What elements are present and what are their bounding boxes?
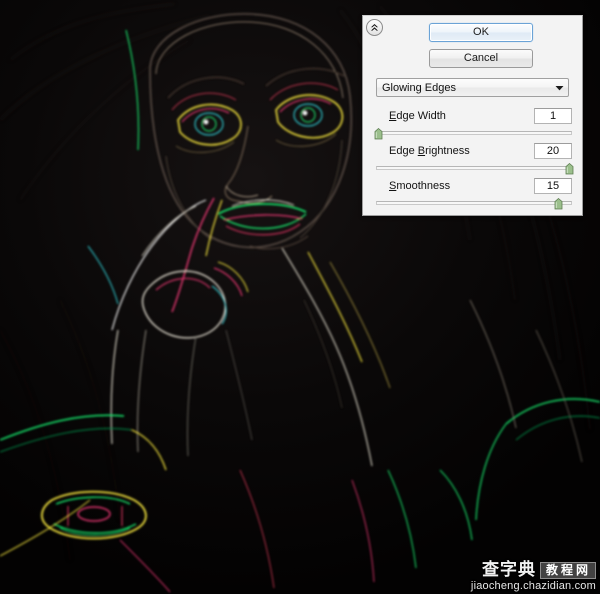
- edge-width-slider-track[interactable]: [376, 131, 572, 135]
- smoothness-row: Smoothness 15: [376, 177, 572, 195]
- edge-brightness-value[interactable]: 20: [534, 143, 572, 159]
- watermark-brand-row: 查字典 教程网: [471, 562, 596, 579]
- edge-brightness-slider-thumb[interactable]: [565, 163, 574, 175]
- edge-brightness-accel: B: [417, 145, 426, 157]
- edge-brightness-slider[interactable]: [376, 163, 574, 175]
- watermark-url: jiaocheng.chazidian.com: [470, 580, 596, 592]
- double-chevron-up-icon[interactable]: [366, 19, 383, 36]
- control-smoothness: Smoothness 15: [376, 177, 572, 210]
- filter-select-value: Glowing Edges: [382, 81, 456, 94]
- edge-width-slider-thumb[interactable]: [374, 128, 383, 140]
- edge-width-slider[interactable]: [374, 128, 572, 140]
- smoothness-label: Smoothness: [376, 180, 450, 192]
- control-edge-brightness: Edge Brightness 20: [376, 142, 574, 175]
- smoothness-slider[interactable]: [376, 198, 572, 210]
- edge-width-value[interactable]: 1: [534, 108, 572, 124]
- ok-button[interactable]: OK: [429, 23, 533, 42]
- control-edge-width: Edge Width 1: [374, 107, 572, 140]
- watermark: 查字典 教程网 jiaocheng.chazidian.com: [471, 562, 596, 592]
- watermark-tag-cn: 教程网: [539, 562, 596, 579]
- edge-brightness-label: Edge Brightness: [376, 145, 470, 157]
- watermark-brand-cn: 查字典: [481, 560, 536, 580]
- edge-width-row: Edge Width 1: [376, 107, 572, 125]
- edge-brightness-label-rest: rightness: [425, 145, 470, 157]
- edge-width-label: Edge Width: [376, 110, 446, 122]
- edge-brightness-label-pre: Edge: [389, 145, 418, 157]
- smoothness-slider-thumb[interactable]: [554, 198, 563, 210]
- filter-options-panel: OK Cancel Glowing Edges Edge Width 1 Edg…: [362, 15, 583, 216]
- filter-select[interactable]: Glowing Edges: [376, 78, 569, 97]
- chevron-down-icon: [550, 85, 568, 91]
- edge-width-label-rest: dge Width: [396, 110, 446, 122]
- smoothness-value[interactable]: 15: [534, 178, 572, 194]
- smoothness-slider-track[interactable]: [376, 201, 572, 205]
- cancel-button[interactable]: Cancel: [429, 49, 533, 68]
- screenshot-root: 查字典 教程网 jiaocheng.chazidian.com OK Cance…: [0, 0, 600, 594]
- edge-brightness-row: Edge Brightness 20: [376, 142, 572, 160]
- smoothness-label-rest: moothness: [396, 180, 451, 192]
- edge-brightness-slider-track[interactable]: [376, 166, 572, 170]
